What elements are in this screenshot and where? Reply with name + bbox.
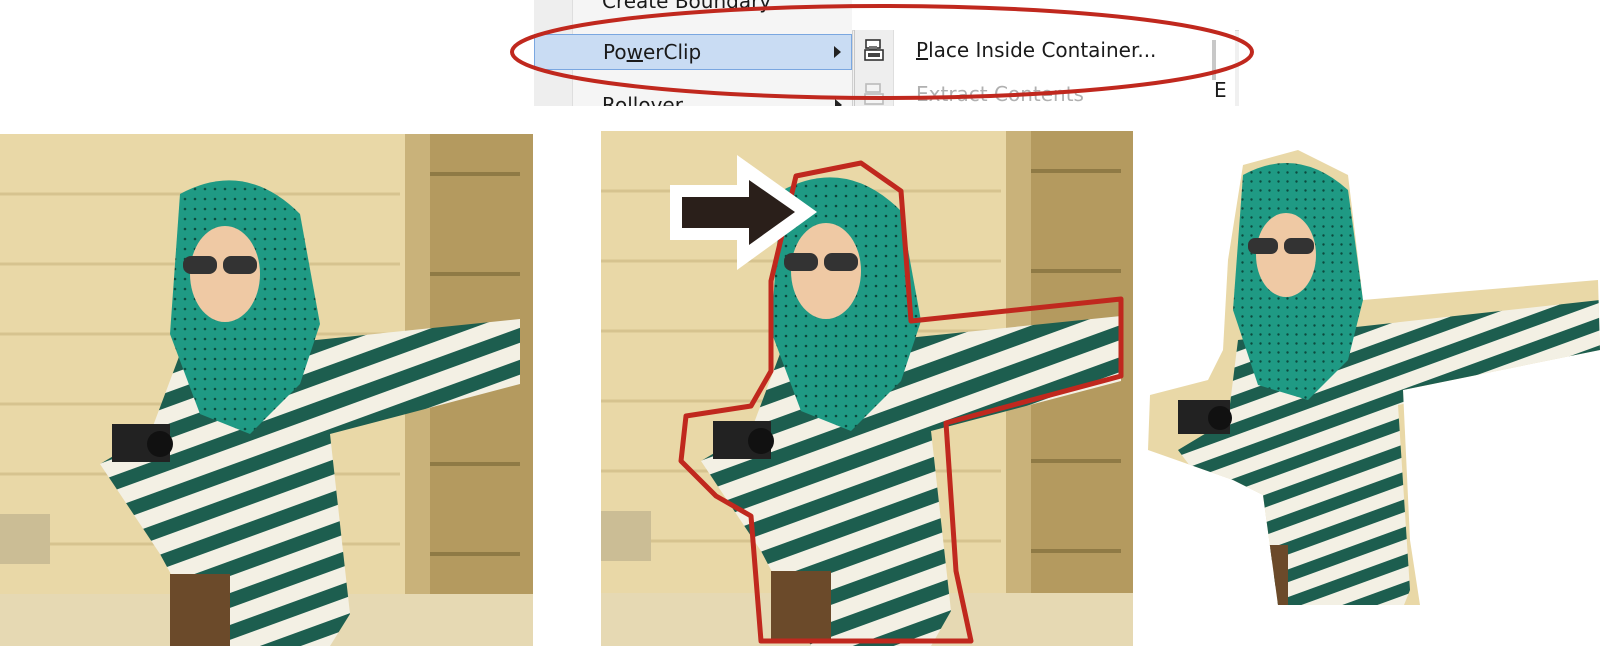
submenu-item-label: Place Inside Container... — [916, 38, 1157, 62]
powerclip-submenu: Place Inside Container... Extract Conten… — [854, 30, 1235, 106]
pointer-arrow-icon — [670, 155, 817, 270]
submenu-item-label: Extract Contents — [916, 82, 1084, 106]
menu-item-rollover[interactable]: Rollover — [534, 88, 852, 106]
menu-item-label: PowerClip — [603, 40, 702, 64]
menu-item-label: Rollover — [602, 93, 683, 106]
menu-item-powerclip[interactable]: PowerClip — [534, 34, 852, 70]
place-inside-container-icon — [863, 38, 889, 62]
menu-item-label: Create Boundary — [602, 0, 772, 13]
submenu-arrow-icon — [834, 46, 841, 58]
original-photo — [0, 134, 533, 646]
menu-item-create-boundary[interactable]: Create Boundary — [534, 0, 852, 18]
submenu-item-place-inside-container[interactable]: Place Inside Container... — [855, 30, 1235, 66]
submenu-top-strip — [852, 0, 1239, 31]
submenu-arrow-icon — [835, 99, 842, 106]
clipped-text: E — [1214, 78, 1227, 102]
extract-contents-icon — [863, 82, 889, 106]
context-menu-crop: Create Boundary PowerClip Rollover Place… — [534, 0, 1239, 106]
window-edge — [1212, 40, 1216, 80]
context-menu: Create Boundary PowerClip Rollover — [534, 0, 853, 106]
powerclip-result-photo — [1148, 150, 1600, 620]
submenu-item-extract-contents[interactable]: Extract Contents — [855, 74, 1235, 106]
